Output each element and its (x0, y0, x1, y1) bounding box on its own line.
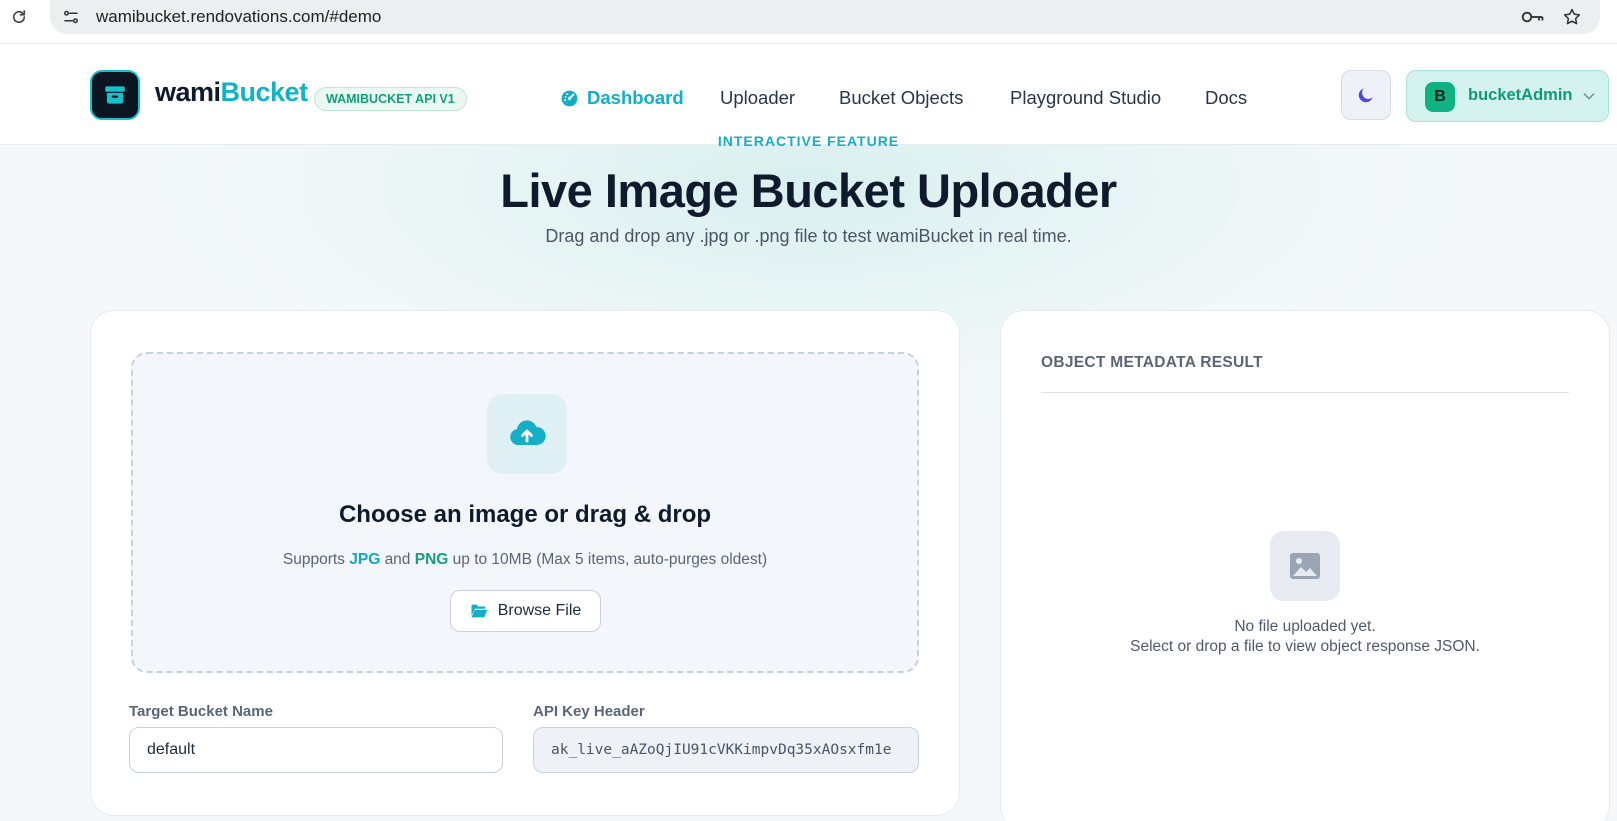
browse-file-label: Browse File (497, 602, 582, 619)
nav-playground-studio-label: Playground Studio (1010, 87, 1162, 108)
nav-docs-label: Docs (1205, 87, 1248, 108)
app-header: wamiBucket WAMIBUCKET API V1 Dashboard U… (0, 44, 1617, 145)
page-title: Live Image Bucket Uploader (500, 164, 1117, 217)
format-jpg: JPG (349, 551, 381, 568)
dropzone-subtitle: Supports JPG and PNG up to 10MB (Max 5 i… (133, 551, 917, 569)
dropzone-sub-and: and (384, 551, 411, 568)
nav-uploader[interactable]: Uploader (720, 84, 795, 112)
bucket-name-label: Target Bucket Name (129, 703, 273, 720)
site-info-icon[interactable] (60, 6, 82, 28)
star-icon[interactable] (1560, 5, 1584, 29)
api-key-label: API Key Header (533, 703, 645, 720)
url-text[interactable]: wamibucket.rendovations.com/#demo (96, 7, 381, 27)
empty-state-line-1: No file uploaded yet. (1234, 618, 1376, 635)
theme-toggle-button[interactable] (1341, 70, 1391, 120)
dashboard-icon (561, 90, 578, 106)
metadata-divider (1041, 392, 1569, 393)
nav-uploader-label: Uploader (720, 87, 796, 108)
brand-name[interactable]: wamiBucket (155, 77, 308, 108)
nav-dashboard-label: Dashboard (587, 87, 684, 108)
key-icon[interactable] (1520, 6, 1546, 28)
avatar: B (1425, 82, 1455, 112)
bucket-logo-icon[interactable] (90, 70, 140, 120)
moon-icon (1358, 88, 1373, 103)
browser-toolbar: wamibucket.rendovations.com/#demo (0, 0, 1617, 44)
nav-bucket-objects-label: Bucket Objects (839, 87, 964, 108)
dropzone-sub-suffix: up to 10MB (Max 5 items, auto-purges old… (452, 551, 768, 568)
nav-bucket-objects[interactable]: Bucket Objects (839, 84, 963, 112)
folder-open-icon (471, 604, 487, 618)
hero-eyebrow: INTERACTIVE FEATURE (717, 133, 900, 146)
brand-part-1: wami (155, 77, 221, 107)
page-subtitle: Drag and drop any .jpg or .png file to t… (545, 226, 1072, 246)
empty-state-line-2: Select or drop a file to view object res… (1130, 638, 1480, 655)
user-menu-button[interactable]: B bucketAdmin (1406, 70, 1609, 122)
nav-docs[interactable]: Docs (1205, 84, 1247, 112)
api-version-badge: WAMIBUCKET API V1 (314, 87, 467, 111)
nav-playground-studio[interactable]: Playground Studio (1010, 84, 1161, 112)
dropzone-title: Choose an image or drag & drop (338, 501, 712, 528)
file-dropzone[interactable]: Choose an image or drag & drop Supports … (131, 352, 919, 673)
image-icon (1270, 531, 1340, 601)
brand-part-2: Bucket (220, 77, 309, 107)
upload-card: Choose an image or drag & drop Supports … (90, 310, 960, 816)
bucket-name-input[interactable]: default (129, 727, 503, 773)
address-bar[interactable]: wamibucket.rendovations.com/#demo (50, 0, 1600, 34)
metadata-result-card: OBJECT METADATA RESULT No file uploaded … (1000, 310, 1610, 821)
metadata-title: OBJECT METADATA RESULT (1041, 354, 1263, 371)
chevron-down-icon (1583, 93, 1595, 100)
cloud-upload-icon (487, 394, 567, 474)
browse-file-button[interactable]: Browse File (450, 590, 601, 632)
user-name: bucketAdmin (1468, 86, 1573, 104)
format-png: PNG (414, 551, 449, 568)
dropzone-sub-prefix: Supports (282, 551, 345, 568)
nav-dashboard[interactable]: Dashboard (560, 84, 684, 112)
api-key-input[interactable]: ak_live_aAZoQjIU91cVKKimpvDq35xAOsxfm1e (533, 727, 919, 773)
reload-icon[interactable] (8, 6, 30, 28)
